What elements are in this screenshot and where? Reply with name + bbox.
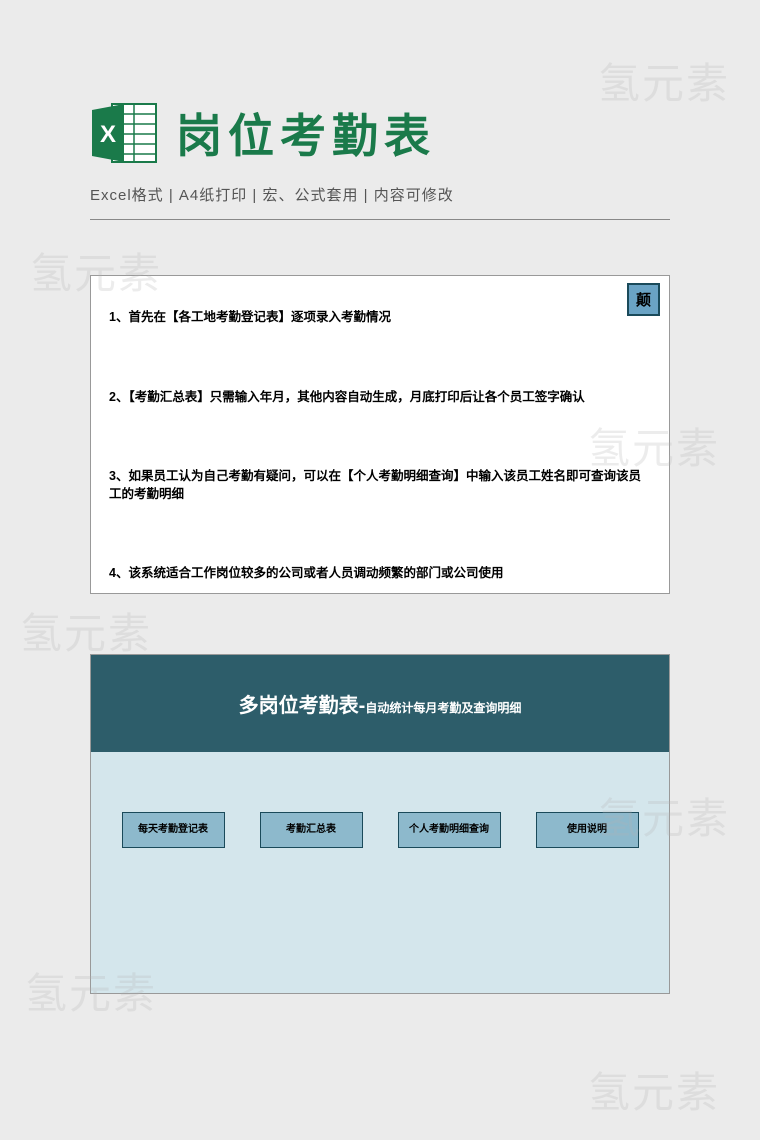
instruction-item: 3、如果员工认为自己考勤有疑问，可以在【个人考勤明细查询】中输入该员工姓名即可查… — [109, 468, 651, 503]
summary-button[interactable]: 考勤汇总表 — [260, 812, 363, 848]
instruction-item: 1、首先在【各工地考勤登记表】逐项录入考勤情况 — [109, 309, 651, 327]
instruction-item: 2、【考勤汇总表】只需输入年月，其他内容自动生成，月底打印后让各个员工签字确认 — [109, 389, 651, 407]
panel-subtitle: 自动统计每月考勤及查询明细 — [365, 701, 521, 715]
button-row: 每天考勤登记表 考勤汇总表 个人考勤明细查询 使用说明 — [91, 812, 669, 848]
instructions-panel: 颠 1、首先在【各工地考勤登记表】逐项录入考勤情况 2、【考勤汇总表】只需输入年… — [90, 275, 670, 594]
corner-badge[interactable]: 颠 — [627, 283, 660, 316]
panel-header: 多岗位考勤表-自动统计每月考勤及查询明细 — [91, 655, 669, 752]
header-section: X 岗位考勤表 Excel格式 | A4纸打印 | 宏、公式套用 | 内容可修改 — [0, 0, 760, 240]
manual-button[interactable]: 使用说明 — [536, 812, 639, 848]
personal-query-button[interactable]: 个人考勤明细查询 — [398, 812, 501, 848]
navigation-panel: 多岗位考勤表-自动统计每月考勤及查询明细 每天考勤登记表 考勤汇总表 个人考勤明… — [90, 654, 670, 994]
svg-text:X: X — [100, 121, 116, 148]
title-row: X 岗位考勤表 — [90, 100, 670, 166]
subtitle: Excel格式 | A4纸打印 | 宏、公式套用 | 内容可修改 — [90, 184, 670, 220]
panel-title: 多岗位考勤表- — [239, 695, 366, 717]
watermark: 氢元素 — [588, 1059, 720, 1120]
page-title: 岗位考勤表 — [176, 100, 436, 166]
daily-attendance-button[interactable]: 每天考勤登记表 — [122, 812, 225, 848]
excel-icon: X — [90, 102, 158, 164]
instruction-item: 4、该系统适合工作岗位较多的公司或者人员调动频繁的部门或公司使用 — [109, 565, 651, 583]
watermark: 氢元素 — [20, 600, 152, 661]
